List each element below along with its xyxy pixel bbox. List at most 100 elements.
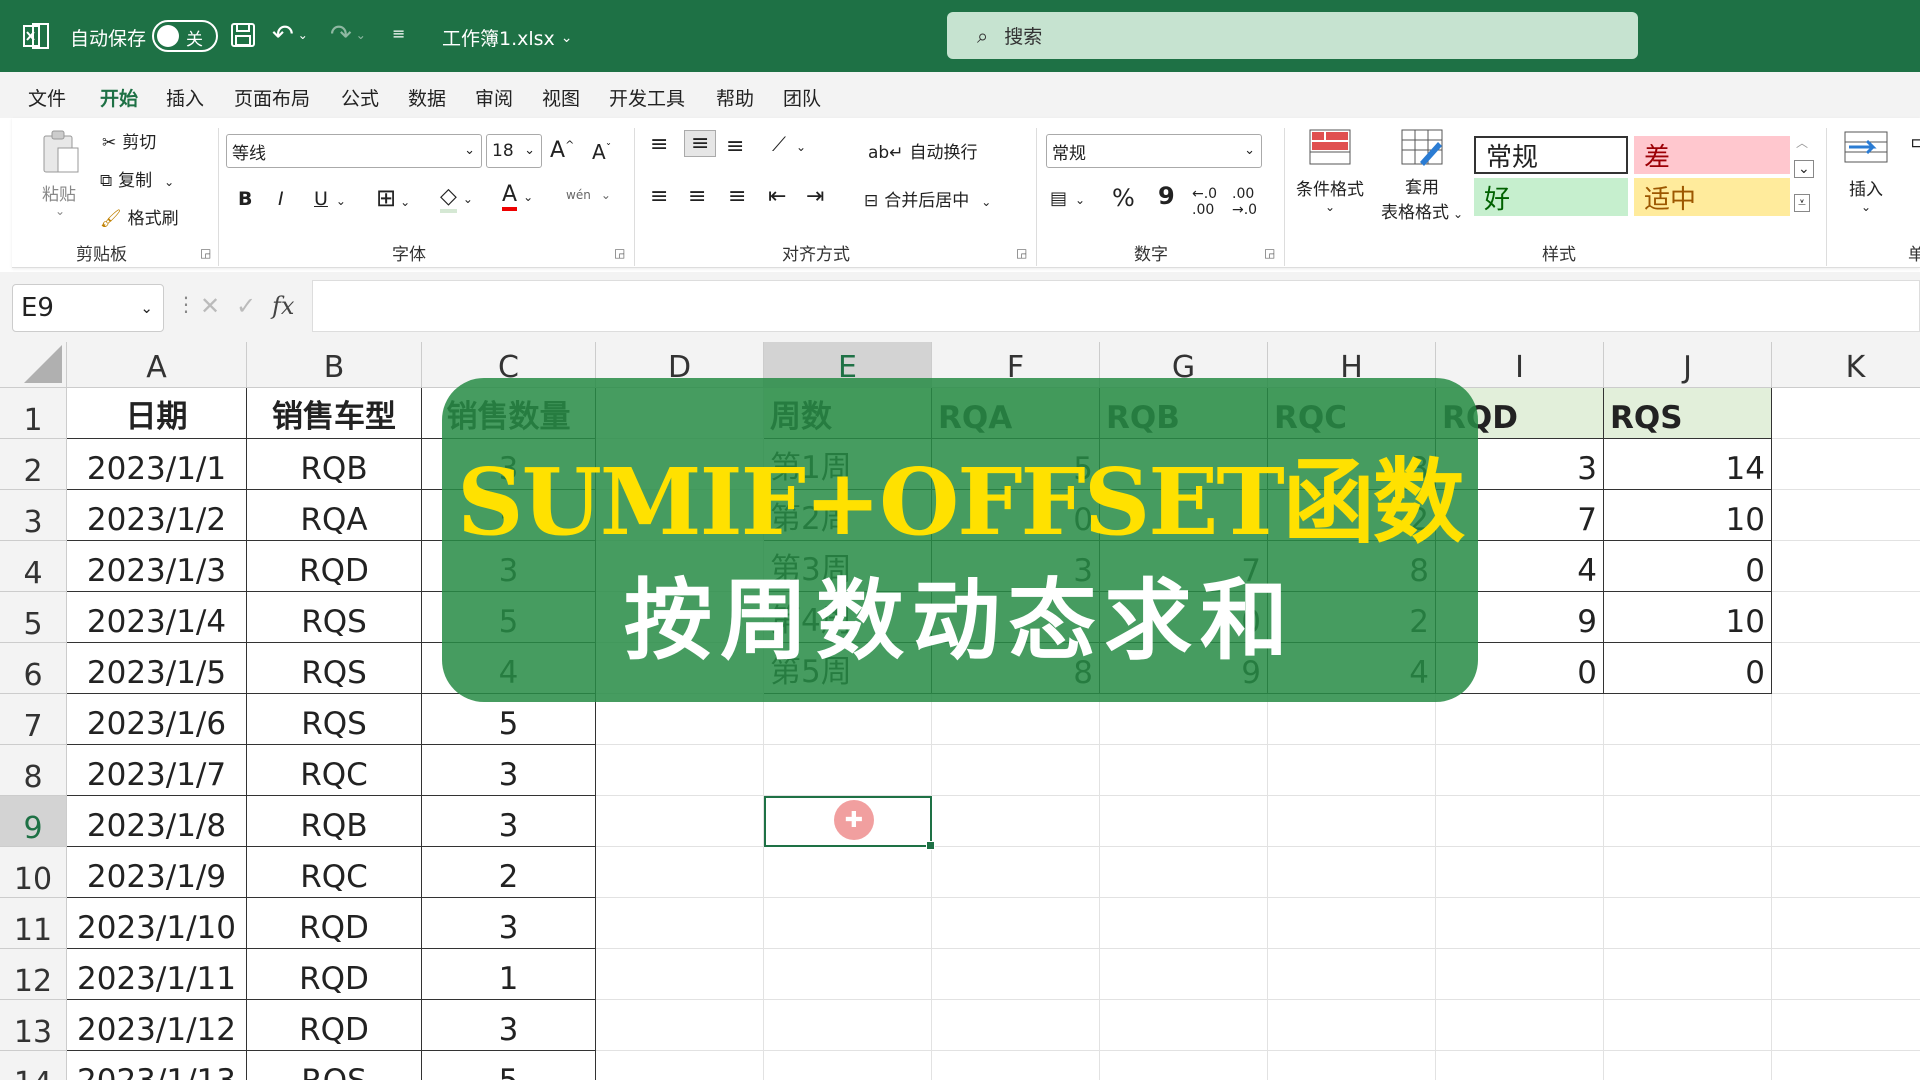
tab-developer[interactable]: 开发工具	[609, 84, 685, 111]
row-header-12[interactable]: 12	[0, 949, 67, 1000]
formula-input[interactable]	[312, 280, 1920, 332]
style-normal[interactable]: 常规	[1474, 136, 1628, 174]
insert-function-button[interactable]: fx	[272, 292, 294, 320]
cell-b11[interactable]: RQD	[247, 898, 422, 949]
cell-a12[interactable]: 2023/1/11	[67, 949, 247, 1000]
cell-i13[interactable]	[1436, 1000, 1604, 1051]
cell-d14[interactable]	[596, 1051, 764, 1080]
cell-b9[interactable]: RQB	[247, 796, 422, 847]
font-launcher-icon[interactable]: ◲	[614, 246, 625, 260]
font-color-icon[interactable]: A ⌄	[502, 182, 533, 211]
cell-j2[interactable]: 14	[1604, 439, 1772, 490]
tab-review[interactable]: 审阅	[475, 84, 513, 111]
cell-c10[interactable]: 2	[422, 847, 596, 898]
cell-k2[interactable]	[1772, 439, 1920, 490]
cell-a4[interactable]: 2023/1/3	[67, 541, 247, 592]
row-header-6[interactable]: 6	[0, 643, 67, 694]
tab-page-layout[interactable]: 页面布局	[234, 84, 310, 111]
row-header-11[interactable]: 11	[0, 898, 67, 949]
cell-e12[interactable]	[764, 949, 932, 1000]
cell-k4[interactable]	[1772, 541, 1920, 592]
cell-b6[interactable]: RQS	[247, 643, 422, 694]
tab-help[interactable]: 帮助	[716, 84, 754, 111]
alignment-launcher-icon[interactable]: ◲	[1016, 246, 1027, 260]
align-center-icon[interactable]: ≡	[688, 184, 706, 209]
name-box[interactable]: E9 ⌄	[12, 284, 164, 332]
cell-i7[interactable]	[1436, 694, 1604, 745]
cell-j1[interactable]: RQS	[1604, 388, 1772, 439]
increase-font-icon[interactable]: A^	[550, 138, 574, 163]
cell-a3[interactable]: 2023/1/2	[67, 490, 247, 541]
cell-a13[interactable]: 2023/1/12	[67, 1000, 247, 1051]
cell-e8[interactable]	[764, 745, 932, 796]
row-header-2[interactable]: 2	[0, 439, 67, 490]
cell-f11[interactable]	[932, 898, 1100, 949]
more-options-icon[interactable]: ⋮	[176, 292, 196, 316]
tab-file[interactable]: 文件	[28, 84, 66, 111]
cell-g8[interactable]	[1100, 745, 1268, 796]
cell-i11[interactable]	[1436, 898, 1604, 949]
cell-b1[interactable]: 销售车型	[247, 388, 422, 439]
cell-j8[interactable]	[1604, 745, 1772, 796]
column-header-i[interactable]: I	[1436, 342, 1604, 388]
cell-a8[interactable]: 2023/1/7	[67, 745, 247, 796]
cell-k7[interactable]	[1772, 694, 1920, 745]
cell-j4[interactable]: 0	[1604, 541, 1772, 592]
row-header-7[interactable]: 7	[0, 694, 67, 745]
undo-icon[interactable]: ↶ ⌄	[272, 20, 308, 50]
cell-g9[interactable]	[1100, 796, 1268, 847]
cell-h12[interactable]	[1268, 949, 1436, 1000]
cell-g10[interactable]	[1100, 847, 1268, 898]
cell-i8[interactable]	[1436, 745, 1604, 796]
row-header-3[interactable]: 3	[0, 490, 67, 541]
cell-f14[interactable]	[932, 1051, 1100, 1080]
comma-button[interactable]: 9	[1158, 182, 1175, 210]
styles-more-icon[interactable]: ⩡	[1794, 194, 1810, 212]
cell-f13[interactable]	[932, 1000, 1100, 1051]
cell-h8[interactable]	[1268, 745, 1436, 796]
format-painter-button[interactable]: 🖌 格式刷	[100, 204, 179, 229]
cell-h14[interactable]	[1268, 1051, 1436, 1080]
cell-a7[interactable]: 2023/1/6	[67, 694, 247, 745]
cell-c8[interactable]: 3	[422, 745, 596, 796]
cell-j10[interactable]	[1604, 847, 1772, 898]
redo-icon[interactable]: ↷ ⌄	[330, 20, 366, 50]
delete-cells-icon[interactable]: ▭	[1910, 130, 1920, 155]
paste-button[interactable]	[40, 128, 80, 181]
cell-k10[interactable]	[1772, 847, 1920, 898]
customize-toolbar-icon[interactable]: ≡	[392, 24, 405, 43]
cell-k6[interactable]	[1772, 643, 1920, 694]
cell-k1[interactable]	[1772, 388, 1920, 439]
tab-view[interactable]: 视图	[542, 84, 580, 111]
styles-scroll-up-icon[interactable]: ︿	[1796, 134, 1808, 151]
clipboard-launcher-icon[interactable]: ◲	[200, 246, 211, 260]
cell-b3[interactable]: RQA	[247, 490, 422, 541]
styles-scroll-down-icon[interactable]: ⌄	[1794, 160, 1814, 178]
cell-d8[interactable]	[596, 745, 764, 796]
style-good[interactable]: 好	[1474, 178, 1628, 216]
phonetic-icon[interactable]: wén ⌄	[566, 188, 611, 202]
cell-c13[interactable]: 3	[422, 1000, 596, 1051]
cell-b5[interactable]: RQS	[247, 592, 422, 643]
decrease-font-icon[interactable]: Aˇ	[592, 140, 611, 164]
cell-a5[interactable]: 2023/1/4	[67, 592, 247, 643]
autosave-toggle[interactable]: 关	[152, 20, 218, 52]
align-left-icon[interactable]: ≡	[650, 184, 668, 209]
cell-d12[interactable]	[596, 949, 764, 1000]
tab-team[interactable]: 团队	[783, 84, 821, 111]
cell-k9[interactable]	[1772, 796, 1920, 847]
cell-i14[interactable]	[1436, 1051, 1604, 1080]
cell-c14[interactable]: 5	[422, 1051, 596, 1080]
cell-d13[interactable]	[596, 1000, 764, 1051]
row-header-14[interactable]: 14	[0, 1051, 67, 1080]
tab-insert[interactable]: 插入	[166, 84, 204, 111]
excel-logo-icon[interactable]	[22, 22, 50, 50]
cell-f12[interactable]	[932, 949, 1100, 1000]
underline-button[interactable]: U ⌄	[314, 188, 346, 210]
cell-j7[interactable]	[1604, 694, 1772, 745]
cell-g12[interactable]	[1100, 949, 1268, 1000]
row-header-13[interactable]: 13	[0, 1000, 67, 1051]
cell-b12[interactable]: RQD	[247, 949, 422, 1000]
decrease-indent-icon[interactable]: ⇤	[768, 184, 786, 209]
cell-g13[interactable]	[1100, 1000, 1268, 1051]
